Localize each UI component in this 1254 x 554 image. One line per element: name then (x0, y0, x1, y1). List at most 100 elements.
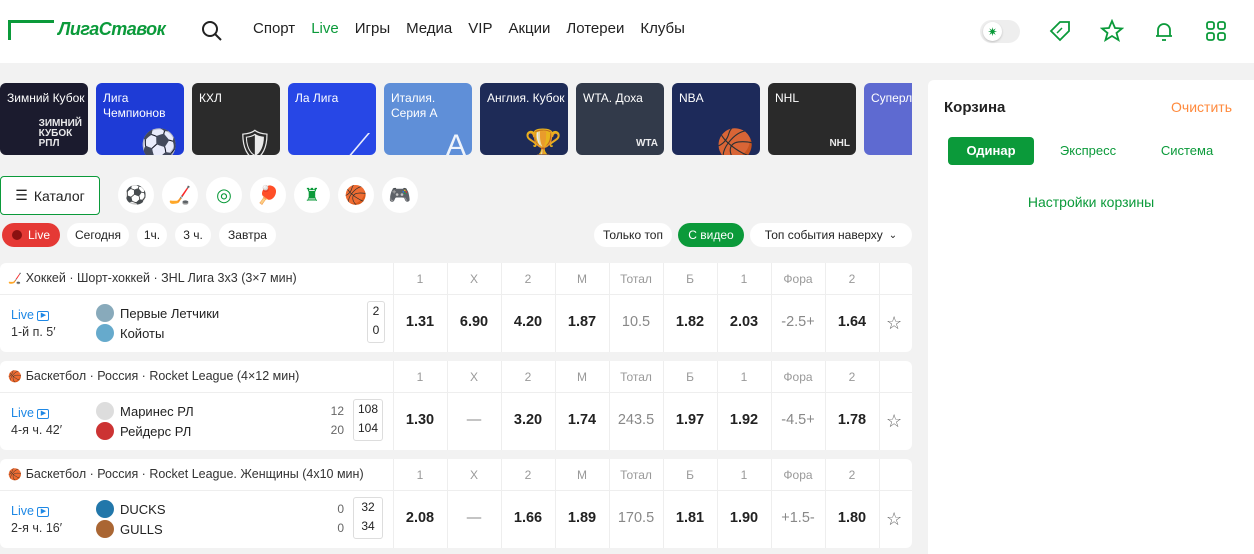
nav-item-live[interactable]: Live (311, 20, 339, 37)
tile-label: Ла Лига (295, 91, 339, 105)
event-block: 🏒 Хоккей · Шорт-хоккей · ЗHL Лига 3х3 (3×… (0, 263, 912, 352)
odds-cell[interactable]: 1.90 (717, 510, 771, 526)
odds-cell[interactable]: 1.82 (663, 314, 717, 330)
tile-emblem-icon: 🏆 (524, 129, 562, 156)
tournament-tile[interactable]: WTA. Доха WTA (576, 83, 664, 155)
nav-item-promo[interactable]: Акции (508, 20, 550, 37)
favorite-star-icon[interactable]: ☆ (886, 411, 902, 432)
bell-icon[interactable] (1152, 19, 1176, 43)
chip-3h[interactable]: 3 ч. (175, 223, 211, 247)
column-header: 2 (848, 370, 856, 384)
tab-single[interactable]: Одинар (948, 137, 1034, 165)
tile-emblem-icon: NHL (829, 138, 850, 149)
score-team-2: 0 (372, 323, 380, 337)
apps-grid-icon[interactable] (1204, 19, 1228, 43)
league-title[interactable]: 🏀 Баскетбол · Россия · Rocket League (4×1… (8, 369, 299, 383)
odds-cell[interactable]: 1.80 (825, 510, 879, 526)
odds-cell[interactable]: 2.08 (393, 510, 447, 526)
team-name: Первые Летчики (120, 305, 220, 321)
esports-icon[interactable]: ♜ (294, 177, 330, 213)
odds-cell[interactable]: — (447, 510, 501, 526)
event-row[interactable]: Live ▶ 2-я ч. 16′ DUCKS 0 GULLS 0 32 34 2.08—1.6… (0, 491, 912, 548)
chip-tomorrow[interactable]: Завтра (219, 223, 276, 247)
nav-item-sport[interactable]: Спорт (253, 20, 295, 37)
tile-label: Италия. Серия А (391, 91, 438, 120)
tile-emblem-icon: ⚽ (140, 129, 178, 156)
nav-item-games[interactable]: Игры (355, 20, 390, 37)
odds-cell[interactable]: 6.90 (447, 314, 501, 330)
tournament-tile[interactable]: Лига Чемпионов ⚽ (96, 83, 184, 155)
odds-cell[interactable]: 3.20 (501, 412, 555, 428)
chip-1h[interactable]: 1ч. (137, 223, 167, 247)
column-header: 1 (740, 370, 748, 384)
odds-cell[interactable]: 1.81 (663, 510, 717, 526)
nav-item-clubs[interactable]: Клубы (640, 20, 685, 37)
tournament-tile[interactable]: Суперл Женщ● (864, 83, 912, 155)
live-text: Live (11, 308, 34, 322)
tennis-icon[interactable]: ◎ (206, 177, 242, 213)
odds-cell[interactable]: 1.78 (825, 412, 879, 428)
tournament-tile[interactable]: Зимний Кубок ЗИМНИЙ КУБОК РПЛ (0, 83, 88, 155)
nav-item-lottery[interactable]: Лотереи (566, 20, 624, 37)
score-team-1: 2 (372, 304, 380, 318)
table-tennis-icon[interactable]: 🏓 (250, 177, 286, 213)
tournament-tile[interactable]: NHL NHL (768, 83, 856, 155)
catalog-button[interactable]: ☰ Каталог (0, 176, 100, 215)
clear-button[interactable]: Очистить (1171, 99, 1232, 115)
tab-system[interactable]: Система (1142, 137, 1232, 165)
odds-cell[interactable]: — (447, 412, 501, 428)
bet-slip-settings-link[interactable]: Настройки корзины (928, 194, 1254, 210)
tournament-tile[interactable]: Англия. Кубок 🏆 (480, 83, 568, 155)
chip-live[interactable]: Live (2, 223, 60, 247)
top-events-select[interactable]: Топ события наверху ⌄ (750, 223, 912, 247)
odds-cell[interactable]: 1.97 (663, 412, 717, 428)
chip-today[interactable]: Сегодня (67, 223, 129, 247)
odds-cell[interactable]: 1.66 (501, 510, 555, 526)
odds-cell[interactable]: 1.64 (825, 314, 879, 330)
event-header: 🏀 Баскетбол · Россия · Rocket League (4×1… (0, 361, 912, 393)
tournament-tile[interactable]: КХЛ 🛡 (192, 83, 280, 155)
odds-cell[interactable]: 4.20 (501, 314, 555, 330)
coupon-icon[interactable] (1048, 19, 1072, 43)
odds-cell[interactable]: 1.31 (393, 314, 447, 330)
event-row[interactable]: Live ▶ 4-я ч. 42′ Маринес РЛ 12 Рейдерс РЛ 20… (0, 393, 912, 450)
odds-cell[interactable]: 1.89 (555, 510, 609, 526)
basketball-icon[interactable]: 🏀 (338, 177, 374, 213)
event-row[interactable]: Live ▶ 1-й п. 5′ Первые Летчики Койоты 2 0 1.3… (0, 295, 912, 352)
tile-label: WTA. Доха (583, 91, 643, 105)
video-icon: ▶ (37, 310, 50, 321)
odds-cell[interactable]: 2.03 (717, 314, 771, 330)
nav-item-vip[interactable]: VIP (468, 20, 492, 37)
column-header: Б (686, 468, 694, 482)
odds-cell[interactable]: 1.92 (717, 412, 771, 428)
league-title[interactable]: 🏀 Баскетбол · Россия · Rocket League. Жен… (8, 467, 364, 481)
event-block: 🏀 Баскетбол · Россия · Rocket League. Жен… (0, 459, 912, 548)
live-dot-icon (11, 230, 22, 240)
league-title[interactable]: 🏒 Хоккей · Шорт-хоккей · ЗHL Лига 3х3 (3×… (8, 271, 297, 285)
basketball-icon: 🏀 (8, 370, 22, 383)
odds-cell[interactable]: 1.74 (555, 412, 609, 428)
football-icon[interactable]: ⚽ (118, 177, 154, 213)
logo[interactable]: ЛигаСтавок (8, 19, 166, 40)
team-name: GULLS (120, 521, 163, 537)
gamepad-icon[interactable]: 🎮 (382, 177, 418, 213)
favorite-star-icon[interactable]: ☆ (886, 509, 902, 530)
tournament-tile[interactable]: NBA 🏀 (672, 83, 760, 155)
favorite-star-icon[interactable]: ☆ (886, 313, 902, 334)
tournament-tile[interactable]: Ла Лига ⟋ (288, 83, 376, 155)
chip-only-top[interactable]: Только топ (594, 223, 672, 247)
live-label: Live ▶ (11, 308, 50, 322)
theme-toggle[interactable]: ✷ (980, 20, 1020, 43)
tournament-tile[interactable]: Италия. Серия А A (384, 83, 472, 155)
team-1: DUCKS (96, 500, 166, 518)
star-icon[interactable] (1100, 19, 1124, 43)
search-icon[interactable] (201, 20, 223, 42)
odds-cell[interactable]: 1.87 (555, 314, 609, 330)
hockey-icon[interactable]: 🏒 (162, 177, 198, 213)
tile-emblem-icon: ⟋ (349, 129, 370, 156)
period-score: 20 (330, 423, 344, 437)
nav-item-media[interactable]: Медиа (406, 20, 452, 37)
tab-express[interactable]: Экспресс (1042, 137, 1134, 165)
chip-with-video[interactable]: С видео (678, 223, 744, 247)
odds-cell[interactable]: 1.30 (393, 412, 447, 428)
